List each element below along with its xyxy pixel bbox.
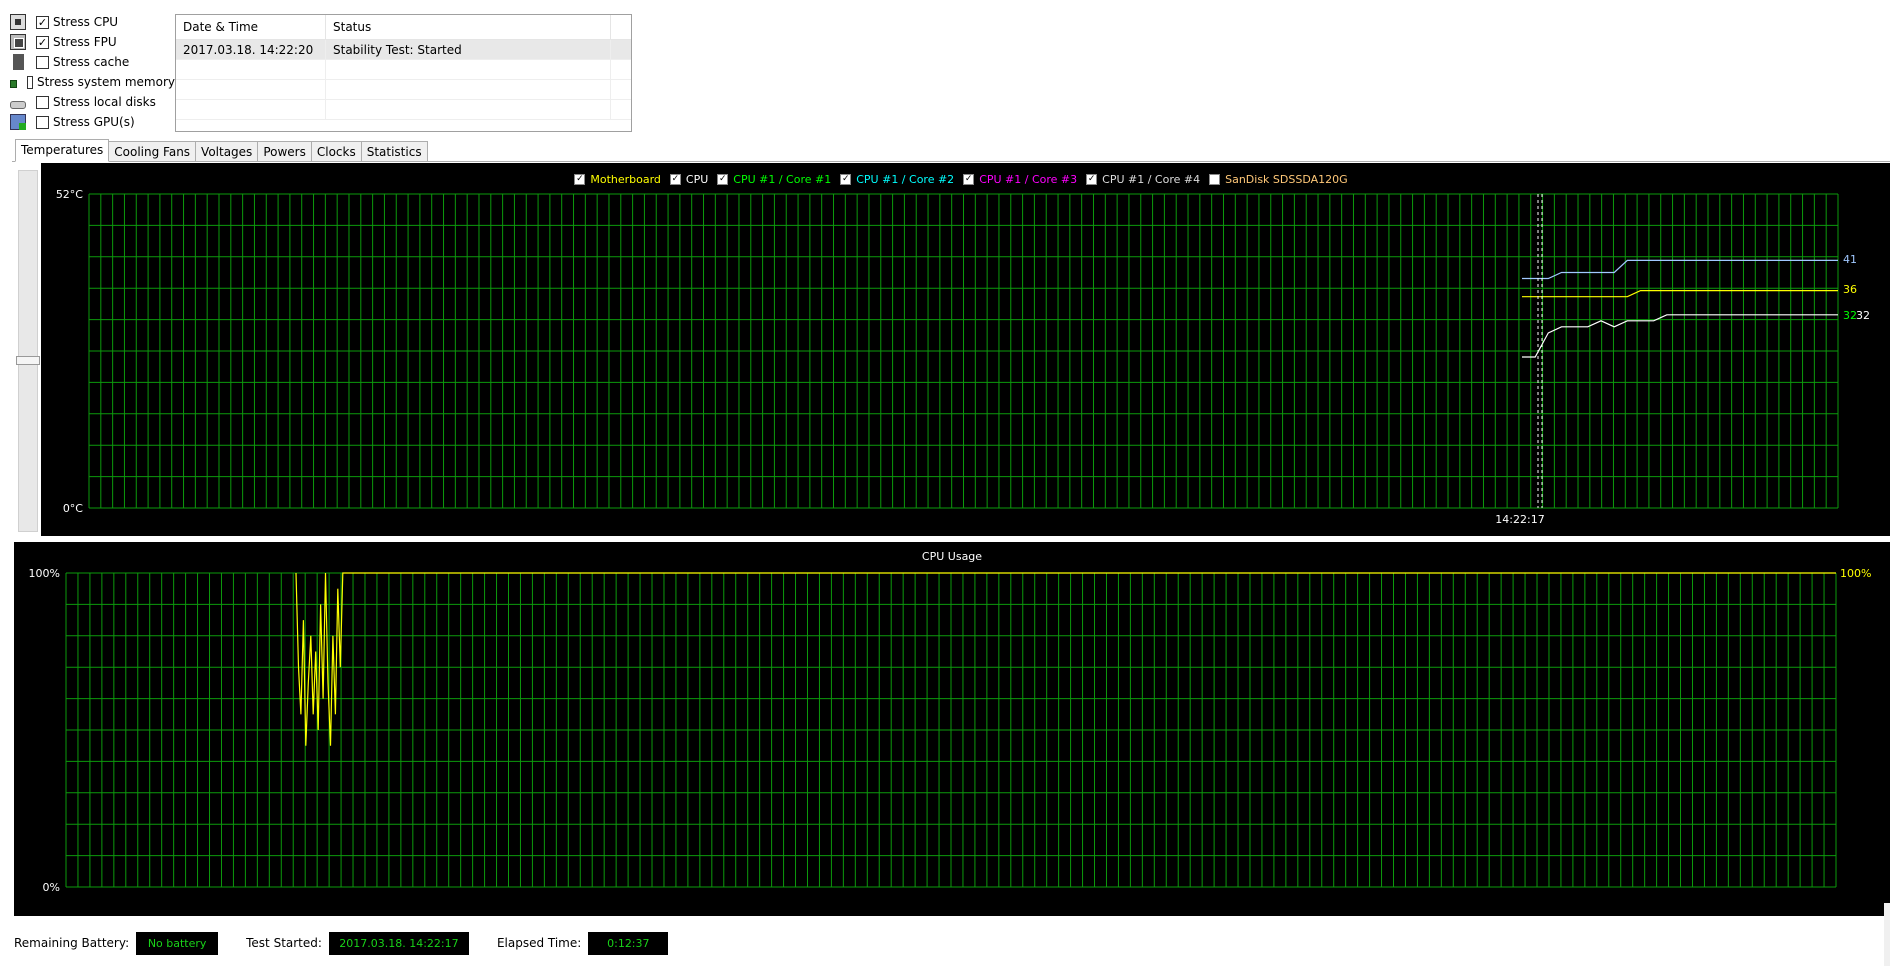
legend-checkbox[interactable]: ✓	[840, 174, 852, 185]
y-axis-min-label: 0°C	[63, 502, 83, 515]
slider-thumb[interactable]	[16, 356, 40, 365]
legend-checkbox[interactable]: ✓	[1086, 174, 1098, 185]
tab-cooling-fans[interactable]: Cooling Fans	[108, 141, 197, 162]
stress-option-label: Stress system memory	[36, 75, 175, 89]
window-scrollbar[interactable]	[1884, 903, 1890, 966]
log-cell-status: Stability Test: Started	[326, 40, 611, 59]
legend-checkbox[interactable]: ✓	[963, 174, 975, 185]
y-axis-max-label: 100%	[29, 567, 60, 580]
hard-disk-icon	[10, 100, 26, 109]
stress-option[interactable]: Stress GPU(s)	[10, 112, 175, 132]
test-started-value: 2017.03.18. 14:22:17	[328, 931, 469, 955]
table-row-empty	[176, 80, 631, 100]
legend-item[interactable]: ✓ CPU #1 / Core #3	[963, 173, 1077, 186]
legend-label: CPU #1 / Core #4	[1102, 173, 1201, 186]
current-value-label: 36	[1843, 283, 1857, 296]
stress-options-list: ✓ Stress CPU ✓ Stress FPU Stress cache Stress…	[10, 12, 175, 132]
test-started-label: Test Started:	[246, 936, 322, 950]
tab-clocks[interactable]: Clocks	[310, 141, 362, 162]
y-axis-min-label: 0%	[43, 881, 60, 894]
tab-voltages[interactable]: Voltages	[195, 141, 259, 162]
stress-option[interactable]: Stress local disks	[10, 92, 175, 112]
y-axis-max-label: 52°C	[56, 188, 83, 201]
legend-item[interactable]: ✓ CPU #1 / Core #1	[717, 173, 831, 186]
log-column-status[interactable]: Status	[326, 15, 611, 39]
tab-powers[interactable]: Powers	[257, 141, 312, 162]
cpu-usage-chart: 100% 0% 100% CPU Usage	[14, 542, 1890, 916]
legend-item[interactable]: ✓ CPU #1 / Core #4	[1086, 173, 1200, 186]
legend-label: CPU #1 / Core #1	[733, 173, 832, 186]
legend-item[interactable]: ✓ CPU	[669, 173, 709, 186]
legend-item[interactable]: ✓ Motherboard	[574, 173, 661, 186]
gpu-card-icon	[10, 114, 26, 130]
stress-option-label: Stress CPU	[53, 15, 119, 29]
legend-label: Motherboard	[590, 173, 661, 186]
stress-option-label: Stress cache	[53, 55, 130, 69]
chart-tabs: Temperatures Cooling Fans Voltages Power…	[15, 139, 428, 162]
stress-option-label: Stress local disks	[53, 95, 156, 109]
temperature-legend: ✓ Motherboard ✓ CPU ✓ CPU #1 / Core #1 ✓ CPU #1…	[41, 173, 1890, 186]
legend-checkbox[interactable]: ✓	[574, 174, 586, 185]
stress-checkbox[interactable]: ✓	[36, 15, 49, 29]
cache-icon	[13, 54, 24, 70]
memory-module-icon	[10, 80, 18, 88]
battery-value: No battery	[136, 931, 219, 955]
elapsed-time-label: Elapsed Time:	[496, 936, 582, 950]
log-column-datetime[interactable]: Date & Time	[176, 15, 326, 39]
cpu-usage-title: CPU Usage	[921, 550, 983, 563]
stress-option[interactable]: ✓ Stress FPU	[10, 32, 175, 52]
current-value-label: 32	[1856, 309, 1870, 322]
table-row[interactable]: 2017.03.18. 14:22:20 Stability Test: Sta…	[176, 40, 631, 60]
stress-option[interactable]: Stress cache	[10, 52, 175, 72]
legend-label: CPU	[685, 173, 709, 186]
stress-checkbox[interactable]: ✓	[36, 35, 49, 49]
tab-temperatures[interactable]: Temperatures	[15, 139, 110, 162]
legend-item[interactable]: SanDisk SDSSDA120G	[1209, 173, 1348, 186]
temperature-chart-plot: 52°C 0°C 14:22:17 41 36 32 32	[56, 188, 1870, 526]
stress-option[interactable]: Stress system memory	[10, 72, 175, 92]
legend-label: SanDisk SDSSDA120G	[1225, 173, 1348, 186]
stress-checkbox[interactable]	[36, 115, 49, 129]
current-value-label: 32	[1843, 309, 1857, 322]
time-axis-label: 14:22:17	[1495, 513, 1544, 526]
legend-checkbox[interactable]: ✓	[717, 174, 729, 185]
grid-lines	[65, 572, 1837, 888]
fpu-chip-icon	[10, 34, 26, 50]
log-cell-datetime: 2017.03.18. 14:22:20	[176, 40, 326, 59]
current-value-label: 41	[1843, 253, 1857, 266]
log-header: Date & Time Status	[176, 15, 631, 40]
current-value-label: 100%	[1840, 567, 1871, 580]
status-log-table[interactable]: Date & Time Status 2017.03.18. 14:22:20 …	[175, 14, 632, 132]
stress-checkbox[interactable]	[36, 95, 49, 109]
legend-checkbox[interactable]: ✓	[669, 174, 681, 185]
legend-label: CPU #1 / Core #3	[979, 173, 1078, 186]
temperature-chart: 52°C 0°C 14:22:17 41 36 32 32 ✓ Motherboard ✓ CPU…	[41, 163, 1890, 536]
elapsed-time-value: 0:12:37	[588, 931, 669, 955]
battery-label: Remaining Battery:	[14, 936, 130, 950]
stress-option[interactable]: ✓ Stress CPU	[10, 12, 175, 32]
grid-lines	[88, 193, 1839, 509]
legend-item[interactable]: ✓ CPU #1 / Core #2	[840, 173, 954, 186]
legend-checkbox[interactable]	[1209, 174, 1221, 185]
tab-statistics[interactable]: Statistics	[360, 141, 428, 162]
stress-option-label: Stress FPU	[53, 35, 117, 49]
table-row-empty	[176, 60, 631, 80]
status-bar: Remaining Battery: No battery Test Start…	[14, 931, 696, 955]
chart-scale-slider[interactable]	[16, 170, 40, 532]
table-row-empty	[176, 100, 631, 120]
legend-label: CPU #1 / Core #2	[856, 173, 955, 186]
stress-option-label: Stress GPU(s)	[53, 115, 135, 129]
cpu-chip-icon	[10, 14, 26, 30]
cpu-usage-series-line	[295, 572, 1836, 746]
stress-checkbox[interactable]	[36, 55, 49, 69]
cpu-usage-chart-plot: 100% 0% 100%	[29, 567, 1872, 894]
stress-checkbox[interactable]	[27, 75, 33, 89]
